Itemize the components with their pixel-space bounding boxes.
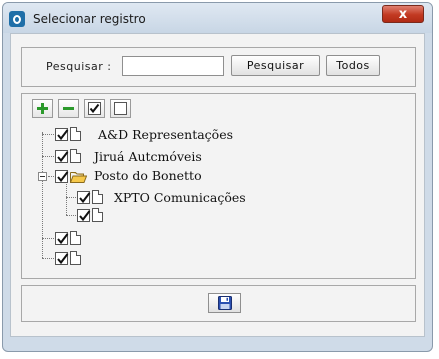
tree-node-label[interactable]: Posto do Bonetto bbox=[94, 168, 202, 183]
search-panel: Pesquisar : Pesquisar Todos bbox=[21, 47, 416, 87]
close-button[interactable]: x bbox=[382, 5, 424, 23]
search-input[interactable] bbox=[122, 56, 224, 76]
dialog-window: Selecionar registro x Pesquisar : Pesqui… bbox=[2, 2, 433, 352]
tree-line bbox=[66, 197, 76, 198]
tree-panel: A&D Representações Jiruá Autcmóveis Post… bbox=[21, 93, 416, 279]
search-button[interactable]: Pesquisar bbox=[231, 55, 320, 76]
minus-icon bbox=[63, 107, 74, 110]
window-title: Selecionar registro bbox=[33, 12, 146, 26]
folder-open-icon bbox=[70, 172, 87, 183]
check-all-button[interactable] bbox=[84, 99, 105, 118]
tree-line bbox=[42, 238, 54, 239]
tree-node-label[interactable]: Jiruá Autcmóveis bbox=[94, 149, 202, 164]
remove-button[interactable] bbox=[58, 99, 79, 118]
tree-line bbox=[42, 156, 54, 157]
add-button[interactable] bbox=[32, 99, 53, 118]
tree-line bbox=[66, 215, 76, 216]
tree-node-checkbox[interactable] bbox=[55, 128, 69, 141]
tree-node-checkbox[interactable] bbox=[77, 209, 91, 222]
app-icon bbox=[9, 11, 25, 27]
tree-line bbox=[42, 132, 43, 258]
uncheck-all-icon bbox=[114, 102, 127, 115]
document-icon bbox=[92, 190, 103, 204]
search-label: Pesquisar : bbox=[46, 60, 112, 73]
tree-node-label[interactable]: XPTO Comunicações bbox=[114, 190, 246, 205]
document-icon bbox=[92, 208, 103, 222]
document-icon bbox=[70, 127, 81, 141]
save-button[interactable] bbox=[208, 293, 241, 313]
floppy-disk-icon bbox=[217, 296, 232, 310]
document-icon bbox=[70, 149, 81, 163]
tree-node-label[interactable]: A&D Representações bbox=[98, 127, 233, 142]
tree-line bbox=[42, 134, 54, 135]
tree-node-checkbox[interactable] bbox=[55, 232, 69, 245]
plus-icon bbox=[37, 103, 48, 114]
check-all-icon bbox=[88, 102, 101, 115]
document-icon bbox=[70, 231, 81, 245]
footer-panel bbox=[21, 285, 416, 322]
tree-node-checkbox[interactable] bbox=[55, 150, 69, 163]
tree-node-checkbox[interactable] bbox=[77, 191, 91, 204]
document-icon bbox=[70, 251, 81, 265]
tree-node-checkbox[interactable] bbox=[55, 170, 69, 183]
collapse-toggle[interactable] bbox=[38, 172, 47, 181]
tree-line bbox=[66, 184, 67, 215]
uncheck-all-button[interactable] bbox=[110, 99, 131, 118]
title-bar[interactable]: Selecionar registro x bbox=[3, 3, 432, 33]
show-all-button[interactable]: Todos bbox=[326, 55, 380, 76]
dialog-body: Pesquisar : Pesquisar Todos A&D Represen… bbox=[10, 33, 425, 337]
tree-line bbox=[42, 258, 54, 259]
tree-line bbox=[48, 176, 54, 177]
tree-node-checkbox[interactable] bbox=[55, 252, 69, 265]
